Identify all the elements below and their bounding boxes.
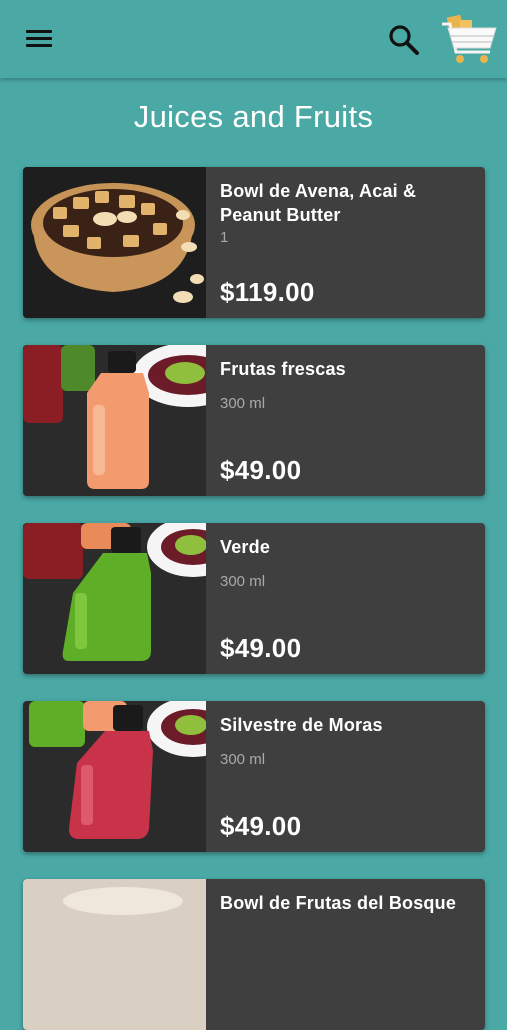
shopping-cart-icon[interactable] <box>440 12 502 68</box>
product-price: $119.00 <box>220 277 315 307</box>
product-card[interactable]: Bowl de Avena, Acai & Peanut Butter 1 $1… <box>23 167 485 318</box>
product-card[interactable]: Verde 300 ml $49.00 <box>23 523 485 674</box>
product-price: $49.00 <box>220 811 302 841</box>
product-image <box>23 701 206 852</box>
product-subtitle: 1 <box>220 229 229 246</box>
product-price: $49.00 <box>220 633 302 663</box>
product-name: Bowl de Avena, Acai & Peanut Butter <box>220 181 417 225</box>
product-subtitle: 300 ml <box>220 395 266 412</box>
product-name: Frutas frescas <box>220 359 346 379</box>
product-name: Bowl de Frutas del Bosque <box>220 893 457 913</box>
product-image <box>23 345 206 496</box>
hamburger-menu-icon[interactable] <box>26 28 54 50</box>
product-image <box>23 879 206 1030</box>
product-card[interactable]: Silvestre de Moras 300 ml $49.00 <box>23 701 485 852</box>
product-card[interactable]: Frutas frescas 300 ml $49.00 <box>23 345 485 496</box>
search-icon[interactable] <box>386 22 422 58</box>
product-image <box>23 523 206 674</box>
app-bar <box>0 0 507 78</box>
product-name: Verde <box>220 537 271 557</box>
product-card[interactable]: Bowl de Frutas del Bosque <box>23 879 485 1030</box>
product-subtitle: 300 ml <box>220 573 266 590</box>
page-title: Juices and Fruits <box>133 99 374 134</box>
product-image <box>23 167 206 318</box>
product-subtitle: 300 ml <box>220 751 266 768</box>
product-name: Silvestre de Moras <box>220 715 383 735</box>
product-price: $49.00 <box>220 455 302 485</box>
